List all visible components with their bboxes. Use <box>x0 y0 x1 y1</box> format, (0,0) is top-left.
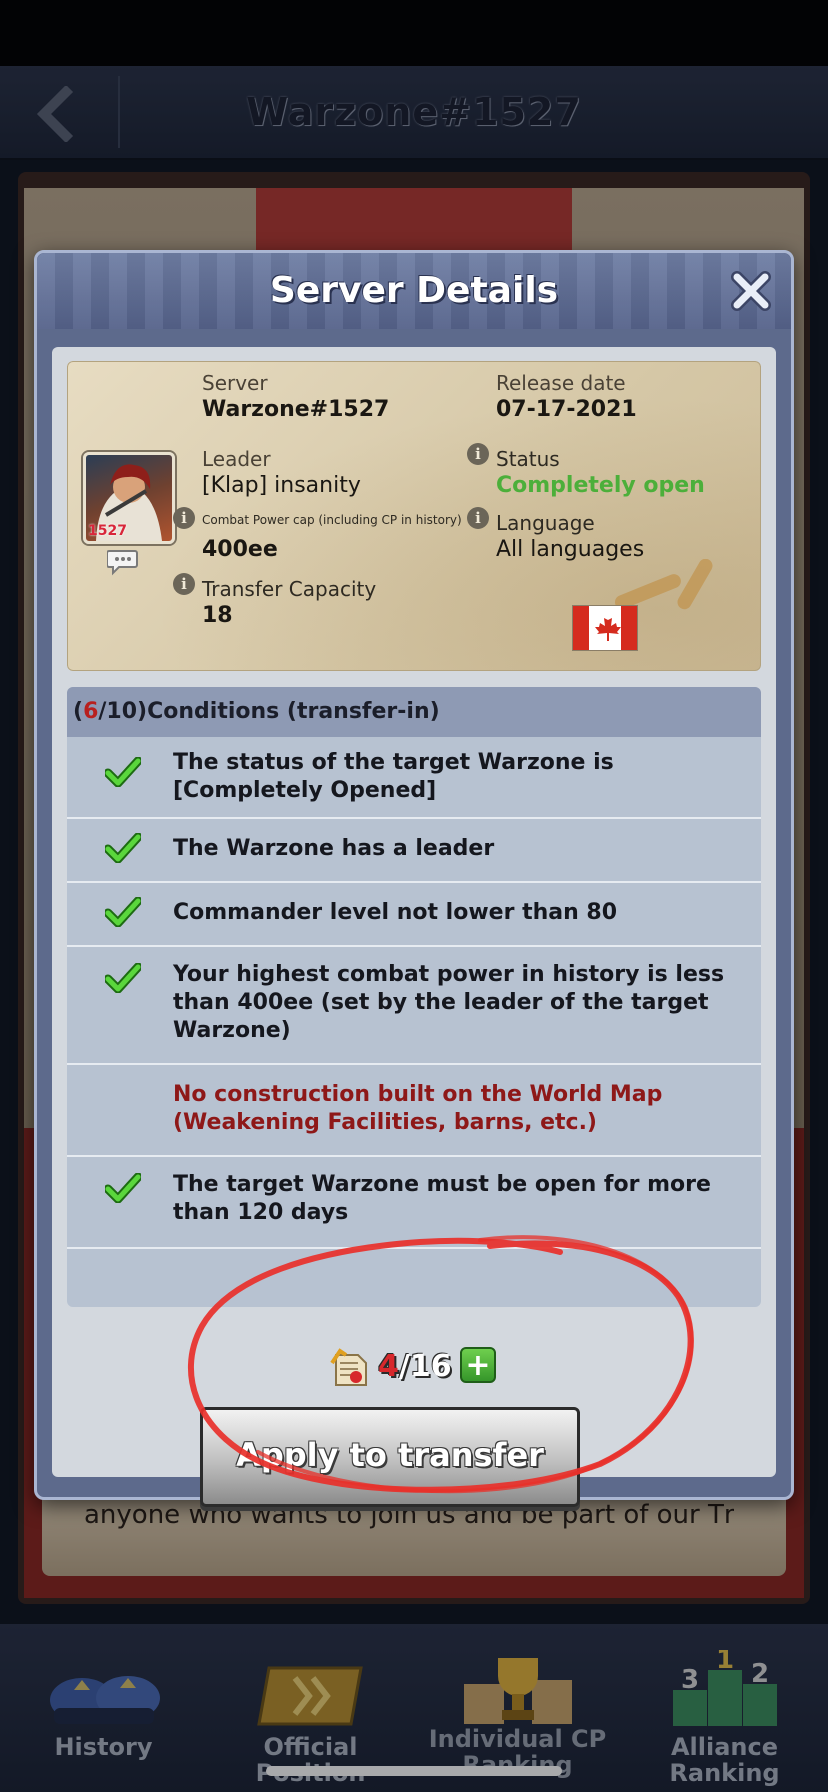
transfer-quota: 4/16 <box>378 1347 452 1387</box>
status-info-icon[interactable]: i <box>467 443 489 465</box>
add-quota-button[interactable]: + <box>460 1347 496 1383</box>
condition-row: The Warzone has a leader <box>67 817 761 883</box>
release-date-value: 07-17-2021 <box>496 397 637 422</box>
leader-label: Leader <box>202 447 271 471</box>
modal-title: Server Details <box>269 270 559 311</box>
checkmark-icon <box>105 833 141 863</box>
status-value: Completely open <box>496 473 705 498</box>
transfer-capacity-label: Transfer Capacity <box>202 577 377 601</box>
leader-avatar[interactable]: 1527 <box>83 452 175 544</box>
conditions-list: (6/10)Conditions (transfer-in) The statu… <box>67 687 761 1307</box>
status-label: Status <box>496 447 560 471</box>
transfer-capacity-value: 18 <box>202 603 233 628</box>
avatar-server-badge: 1527 <box>88 523 127 539</box>
checkmark-icon <box>105 963 141 993</box>
language-value: All languages <box>496 537 645 562</box>
checkmark-icon <box>105 1173 141 1203</box>
transfer-quota-current: 4 <box>378 1349 399 1384</box>
canada-flag-icon <box>572 605 638 651</box>
cp-cap-label: Combat Power cap (including CP in histor… <box>202 513 462 527</box>
cp-cap-info-icon[interactable]: i <box>173 507 195 529</box>
condition-row: Your highest combat power in history is … <box>67 945 761 1065</box>
condition-text: Your highest combat power in history is … <box>173 962 725 1043</box>
modal-header: Server Details <box>37 253 791 329</box>
server-label: Server <box>202 371 268 395</box>
conditions-title: Conditions (transfer-in) <box>147 699 440 724</box>
condition-row: Commander level not lower than 80 <box>67 881 761 947</box>
server-details-modal: Server Details Server Warzone#1527 Relea… <box>34 250 794 1507</box>
conditions-met-count: 6 <box>83 699 99 724</box>
condition-row: The status of the target Warzone is [Com… <box>67 737 761 819</box>
condition-text-unmet: No construction built on the World Map (… <box>173 1082 663 1135</box>
release-date-label: Release date <box>496 371 626 395</box>
conditions-header: (6/10)Conditions (transfer-in) <box>67 687 761 737</box>
conditions-total-count: 10 <box>106 699 138 724</box>
condition-row: The target Warzone must be open for more… <box>67 1155 761 1249</box>
server-value: Warzone#1527 <box>202 397 390 422</box>
transfer-quota-max: /16 <box>398 1349 452 1384</box>
condition-text: The status of the target Warzone is [Com… <box>173 750 614 803</box>
chat-icon[interactable] <box>107 547 147 577</box>
modal-body: Server Warzone#1527 Release date 07-17-2… <box>52 347 776 1507</box>
condition-row-unmet: No construction built on the World Map (… <box>67 1063 761 1157</box>
language-label: Language <box>496 511 595 535</box>
close-button[interactable] <box>729 269 773 313</box>
checkmark-icon <box>105 897 141 927</box>
transfer-capacity-info-icon[interactable]: i <box>173 573 195 595</box>
apply-transfer-label: Apply to transfer <box>236 1436 544 1474</box>
leader-value: [Klap] insanity <box>202 473 361 498</box>
language-info-icon[interactable]: i <box>467 507 489 529</box>
condition-text: The Warzone has a leader <box>173 836 495 861</box>
condition-text: The target Warzone must be open for more… <box>173 1172 711 1225</box>
condition-text: Commander level not lower than 80 <box>173 900 618 925</box>
transfer-pass-icon <box>330 1348 367 1386</box>
close-icon <box>731 271 771 311</box>
server-info-card: Server Warzone#1527 Release date 07-17-2… <box>67 361 761 671</box>
checkmark-icon <box>105 757 141 787</box>
cp-cap-value: 400ee <box>202 537 278 562</box>
apply-transfer-button[interactable]: Apply to transfer <box>200 1407 580 1507</box>
